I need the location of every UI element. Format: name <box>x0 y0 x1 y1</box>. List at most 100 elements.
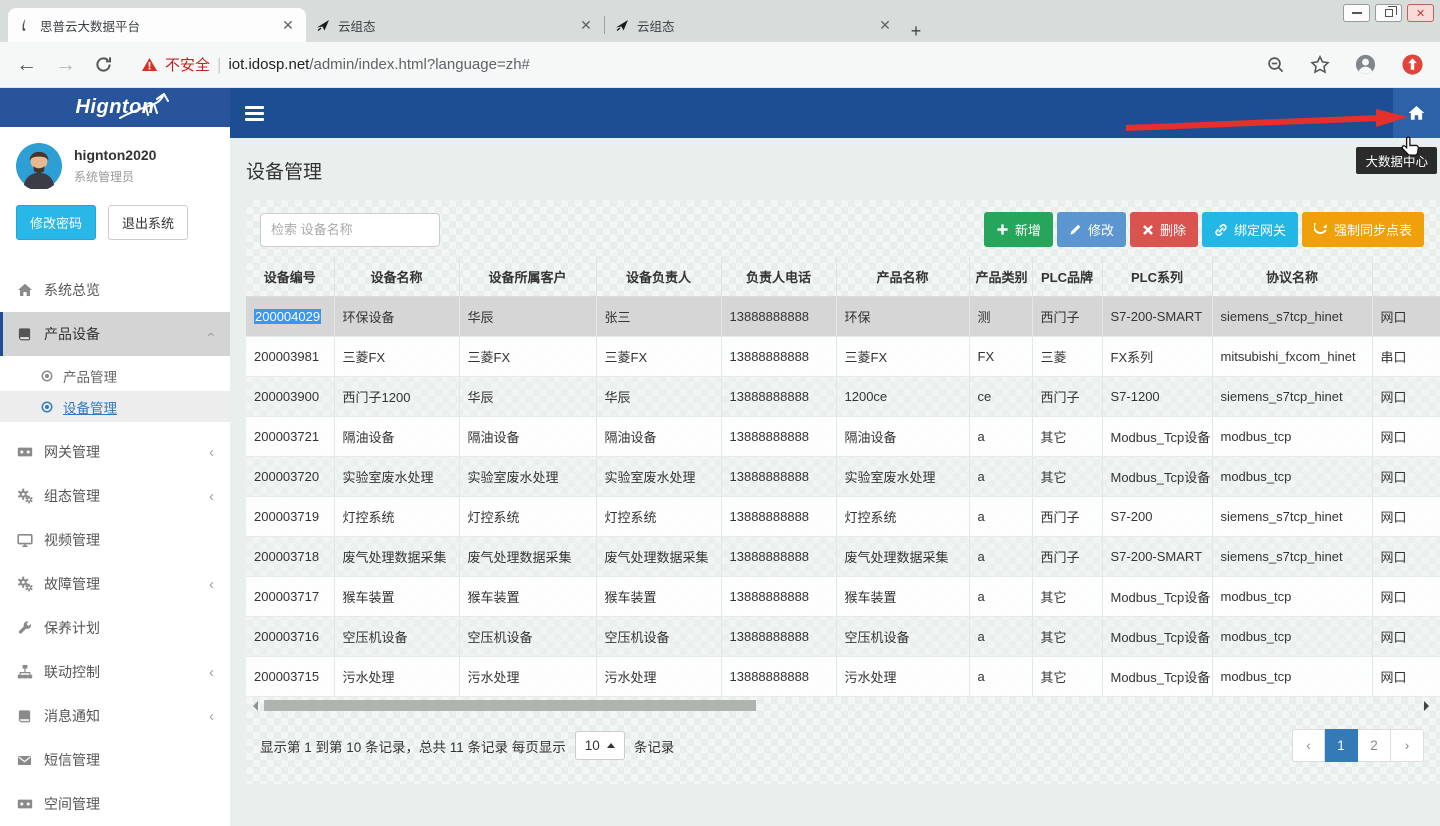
refresh-icon[interactable] <box>94 55 113 74</box>
profile-icon[interactable] <box>1354 53 1377 76</box>
chevron-left-icon: ‹ <box>209 664 214 681</box>
column-header[interactable]: 产品名称 <box>836 257 969 297</box>
table-row[interactable]: 200003716空压机设备空压机设备空压机设备13888888888空压机设备… <box>246 617 1440 657</box>
gears-icon <box>16 576 33 592</box>
sidebar-item-故障管理[interactable]: 故障管理‹ <box>0 562 230 606</box>
table-cell: 华辰 <box>459 297 596 337</box>
envelope-icon <box>16 753 33 768</box>
column-header[interactable]: 负责人电话 <box>721 257 836 297</box>
table-cell: FX <box>969 337 1032 377</box>
新增-button[interactable]: 新增 <box>984 212 1053 247</box>
绑定网关-button[interactable]: 绑定网关 <box>1202 212 1298 247</box>
table-cell: 灯控系统 <box>334 497 459 537</box>
browser-tab[interactable]: 云组态✕ <box>605 8 903 42</box>
table-row[interactable]: 200003718废气处理数据采集废气处理数据采集废气处理数据采集1388888… <box>246 537 1440 577</box>
scrollbar-thumb[interactable] <box>264 700 756 711</box>
column-header[interactable]: 通讯方式 <box>1372 257 1440 297</box>
table-row[interactable]: 200004029环保设备华辰张三13888888888环保测西门子S7-200… <box>246 297 1440 337</box>
table-cell: Modbus_Tcp设备 <box>1102 457 1212 497</box>
sidebar-item-系统总览[interactable]: 系统总览 <box>0 268 230 312</box>
table-cell: 猴车装置 <box>836 577 969 617</box>
table-cell: 空压机设备 <box>836 617 969 657</box>
minimize-icon[interactable] <box>1343 4 1370 22</box>
new-tab-button[interactable]: + <box>903 21 929 42</box>
table-cell: 灯控系统 <box>459 497 596 537</box>
sidebar-item-视频管理[interactable]: 视频管理 <box>0 518 230 562</box>
user-name: hignton2020 <box>74 147 156 163</box>
next-page-button[interactable]: › <box>1391 729 1424 762</box>
column-header[interactable]: PLC系列 <box>1102 257 1212 297</box>
table-cell: 200004029 <box>246 297 334 337</box>
sidebar-item-短信管理[interactable]: 短信管理 <box>0 738 230 782</box>
tab-close-icon[interactable]: ✕ <box>877 17 893 33</box>
scroll-left-icon[interactable] <box>248 701 258 711</box>
gateway-icon <box>16 444 33 460</box>
action-buttons: 新增修改删除绑定网关强制同步点表 <box>984 212 1424 247</box>
forward-icon[interactable]: → <box>55 54 76 75</box>
table-cell: 废气处理数据采集 <box>334 537 459 577</box>
scroll-right-icon[interactable] <box>1424 701 1434 711</box>
sidebar-subitem-设备管理[interactable]: 设备管理 <box>0 391 230 422</box>
table-cell: S7-200-SMART <box>1102 297 1212 337</box>
column-header[interactable]: 设备所属客户 <box>459 257 596 297</box>
强制同步点表-button[interactable]: 强制同步点表 <box>1302 212 1424 247</box>
column-header[interactable]: 协议名称 <box>1212 257 1372 297</box>
sidebar-item-保养计划[interactable]: 保养计划 <box>0 606 230 650</box>
table-cell: 污水处理 <box>836 657 969 697</box>
sidebar-item-联动控制[interactable]: 联动控制‹ <box>0 650 230 694</box>
table-row[interactable]: 200003721隔油设备隔油设备隔油设备13888888888隔油设备a其它M… <box>246 417 1440 457</box>
page-size-dropdown[interactable]: 10 <box>575 731 625 760</box>
browser-tab[interactable]: 云组态✕ <box>306 8 604 42</box>
restore-icon[interactable] <box>1375 4 1402 22</box>
address-bar[interactable]: 不安全 | iot.idosp.net/admin/index.html?lan… <box>141 54 530 75</box>
table-row[interactable]: 200003715污水处理污水处理污水处理13888888888污水处理a其它M… <box>246 657 1440 697</box>
column-header[interactable]: 设备负责人 <box>596 257 721 297</box>
table-cell: 三菱FX <box>836 337 969 377</box>
logout-button[interactable]: 退出系统 <box>108 205 188 240</box>
修改-button[interactable]: 修改 <box>1057 212 1126 247</box>
column-header[interactable]: 产品类别 <box>969 257 1032 297</box>
sidebar-subitem-产品管理[interactable]: 产品管理 <box>0 360 230 391</box>
browser-tab[interactable]: 思普云大数据平台✕ <box>8 8 306 42</box>
table-cell: modbus_tcp <box>1212 617 1372 657</box>
prev-page-button[interactable]: ‹ <box>1292 729 1325 762</box>
page-buttons: ‹12› <box>1292 729 1424 762</box>
table-row[interactable]: 200003981三菱FX三菱FX三菱FX13888888888三菱FXFX三菱… <box>246 337 1440 377</box>
url-divider: | <box>217 55 221 75</box>
table-cell: 13888888888 <box>721 297 836 337</box>
sidebar-item-产品设备[interactable]: 产品设备‹ <box>0 312 230 356</box>
sidebar-item-消息通知[interactable]: 消息通知‹ <box>0 694 230 738</box>
sidebar-item-网关管理[interactable]: 网关管理‹ <box>0 430 230 474</box>
page-button-2[interactable]: 2 <box>1358 729 1391 762</box>
horizontal-scrollbar[interactable] <box>246 698 1440 713</box>
pencil-icon <box>1069 223 1082 236</box>
logo-subtitle <box>38 128 80 133</box>
table-row[interactable]: 200003900西门子1200华辰华辰138888888881200cece西… <box>246 377 1440 417</box>
column-header[interactable]: 设备编号 <box>246 257 334 297</box>
close-icon[interactable]: ✕ <box>1407 4 1434 22</box>
tab-close-icon[interactable]: ✕ <box>280 17 296 33</box>
table-cell: 污水处理 <box>596 657 721 697</box>
hamburger-menu-icon[interactable] <box>245 106 264 121</box>
table-cell: siemens_s7tcp_hinet <box>1212 537 1372 577</box>
删除-button[interactable]: 删除 <box>1130 212 1198 247</box>
tab-close-icon[interactable]: ✕ <box>578 17 594 33</box>
page-button-1[interactable]: 1 <box>1325 729 1358 762</box>
browser-update-icon[interactable] <box>1401 53 1424 76</box>
bookmark-star-icon[interactable] <box>1310 55 1330 75</box>
home-button[interactable] <box>1393 88 1440 138</box>
column-header[interactable]: PLC品牌 <box>1032 257 1102 297</box>
search-input[interactable] <box>260 213 440 247</box>
chevron-left-icon: ‹ <box>209 576 214 593</box>
table-row[interactable]: 200003719灯控系统灯控系统灯控系统13888888888灯控系统a西门子… <box>246 497 1440 537</box>
table-cell: modbus_tcp <box>1212 457 1372 497</box>
table-row[interactable]: 200003720实验室废水处理实验室废水处理实验室废水处理1388888888… <box>246 457 1440 497</box>
sidebar-item-空间管理[interactable]: 空间管理 <box>0 782 230 826</box>
zoom-out-icon[interactable] <box>1266 55 1286 75</box>
sidebar-item-label: 组态管理 <box>44 486 198 506</box>
table-row[interactable]: 200003717猴车装置猴车装置猴车装置13888888888猴车装置a其它M… <box>246 577 1440 617</box>
column-header[interactable]: 设备名称 <box>334 257 459 297</box>
sidebar-item-组态管理[interactable]: 组态管理‹ <box>0 474 230 518</box>
back-icon[interactable]: ← <box>16 54 37 75</box>
change-password-button[interactable]: 修改密码 <box>16 205 96 240</box>
